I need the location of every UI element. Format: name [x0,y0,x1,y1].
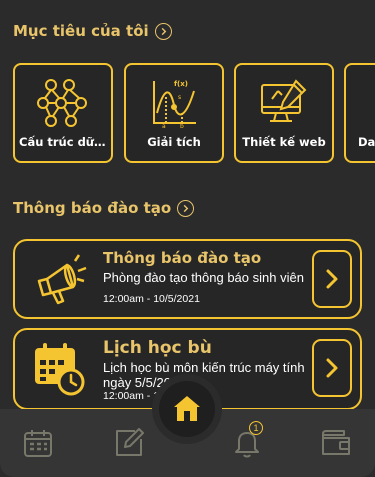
goal-label: Da [358,135,375,149]
goals-title-text: Mục tiêu của tôi [13,22,149,40]
home-button[interactable] [159,381,215,437]
notice-time: 12:00am - 10/5/2021 [103,293,200,305]
goals-carousel[interactable]: Cấu trúc dữ liệu và giải thuật f(x) s a … [13,63,375,163]
notices-section-title: Thông báo đào tạo [13,199,195,217]
notice-card[interactable]: Thông báo đào tạo Phòng đào tạo thông bá… [13,239,362,319]
chevron-right-circle-icon[interactable] [177,199,195,217]
chevron-right-circle-icon[interactable] [154,22,172,40]
function-graph-icon: f(x) s a b [153,80,196,129]
notices-title-text: Thông báo đào tạo [13,199,172,217]
chevron-right-icon [326,358,338,378]
goal-card-web-design[interactable]: Thiết kế web [234,63,334,163]
notice-title: Lịch học bù [103,338,212,358]
edit-icon[interactable] [113,427,145,459]
calendar-clock-icon [35,343,85,396]
notice-body: Phòng đào tạo thông báo sinh viên [103,270,304,285]
wallet-icon[interactable] [320,427,352,459]
goal-card-data-structures[interactable]: Cấu trúc dữ liệu và giải thuật [13,63,113,163]
notice-open-button[interactable] [312,339,352,397]
goal-label: Giải tích [147,135,201,149]
svg-text:s: s [178,94,181,101]
data-structure-icon [37,79,87,127]
svg-text:a: a [162,123,166,129]
goal-card-partial[interactable]: Da [344,63,375,163]
notification-badge: 1 [249,421,263,435]
svg-text:f(x): f(x) [174,80,188,88]
goal-card-calculus[interactable]: f(x) s a b Giải tích [124,63,224,163]
home-button-wrap [152,374,222,444]
goal-label: Cấu trúc dữ liệu và giải thuật [19,135,111,149]
goals-section-title: Mục tiêu của tôi [13,22,172,40]
web-design-icon [261,79,307,122]
goal-label: Thiết kế web [242,135,326,149]
calendar-icon[interactable] [22,427,54,459]
chevron-right-icon [326,269,338,289]
home-icon [174,396,200,421]
notice-title: Thông báo đào tạo [103,249,262,267]
svg-text:b: b [180,123,184,129]
megaphone-icon [37,254,87,305]
notice-open-button[interactable] [312,250,352,308]
